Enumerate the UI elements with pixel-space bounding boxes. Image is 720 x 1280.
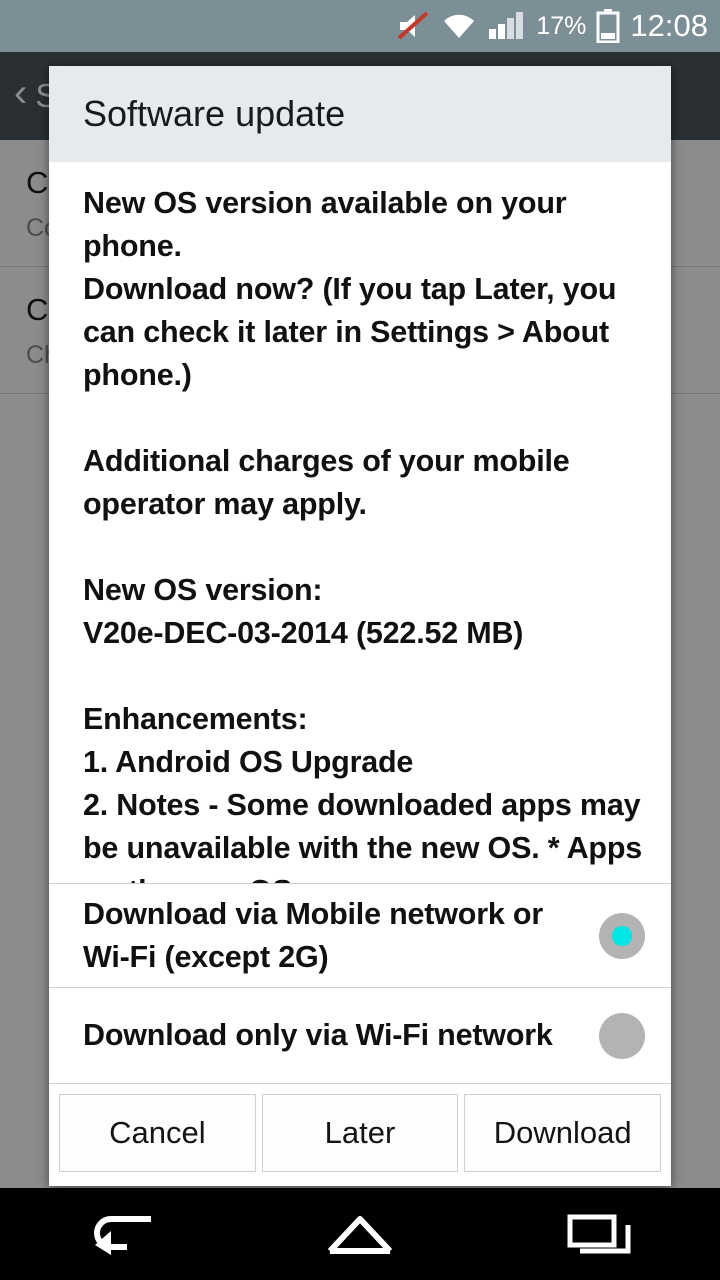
wifi-icon bbox=[440, 11, 478, 41]
navigation-bar bbox=[0, 1188, 720, 1280]
recents-icon[interactable] bbox=[540, 1188, 660, 1280]
home-icon[interactable] bbox=[300, 1188, 420, 1280]
status-bar: 17% 12:08 bbox=[0, 0, 720, 52]
back-icon[interactable] bbox=[60, 1188, 180, 1280]
download-option-wifi-only[interactable]: Download only via Wi-Fi network bbox=[49, 988, 671, 1084]
radio-button-selected[interactable] bbox=[599, 912, 645, 959]
radio-button-unselected[interactable] bbox=[599, 1012, 645, 1059]
software-update-dialog: Software update New OS version available… bbox=[49, 66, 671, 1186]
later-button[interactable]: Later bbox=[261, 1094, 459, 1172]
dialog-paragraph: New OS version available on your phone. … bbox=[83, 186, 617, 392]
dialog-button-bar: Cancel Later Download bbox=[49, 1084, 671, 1186]
download-option-mobile-or-wifi[interactable]: Download via Mobile network or Wi-Fi (ex… bbox=[49, 884, 671, 988]
mute-icon bbox=[396, 11, 430, 41]
signal-icon bbox=[488, 11, 528, 41]
option-label: Download only via Wi-Fi network bbox=[83, 1018, 553, 1052]
radio-inner-dot bbox=[612, 925, 632, 946]
battery-percent-label: 17% bbox=[536, 11, 587, 40]
cancel-button[interactable]: Cancel bbox=[59, 1094, 256, 1172]
dialog-paragraph: Enhancements: 1. Android OS Upgrade 2. N… bbox=[83, 702, 643, 883]
dialog-header: Software update bbox=[49, 66, 671, 162]
clock-label: 12:08 bbox=[630, 8, 708, 43]
dialog-message-body[interactable]: New OS version available on your phone. … bbox=[49, 162, 671, 885]
dialog-title: Software update bbox=[83, 93, 346, 134]
dialog-paragraph: New OS version: V20e-DEC-03-2014 (522.52… bbox=[83, 573, 524, 650]
dialog-paragraph: Additional charges of your mobile operat… bbox=[83, 444, 578, 521]
option-label: Download via Mobile network or Wi-Fi (ex… bbox=[83, 896, 552, 974]
battery-icon bbox=[596, 9, 620, 43]
download-button[interactable]: Download bbox=[464, 1094, 662, 1172]
